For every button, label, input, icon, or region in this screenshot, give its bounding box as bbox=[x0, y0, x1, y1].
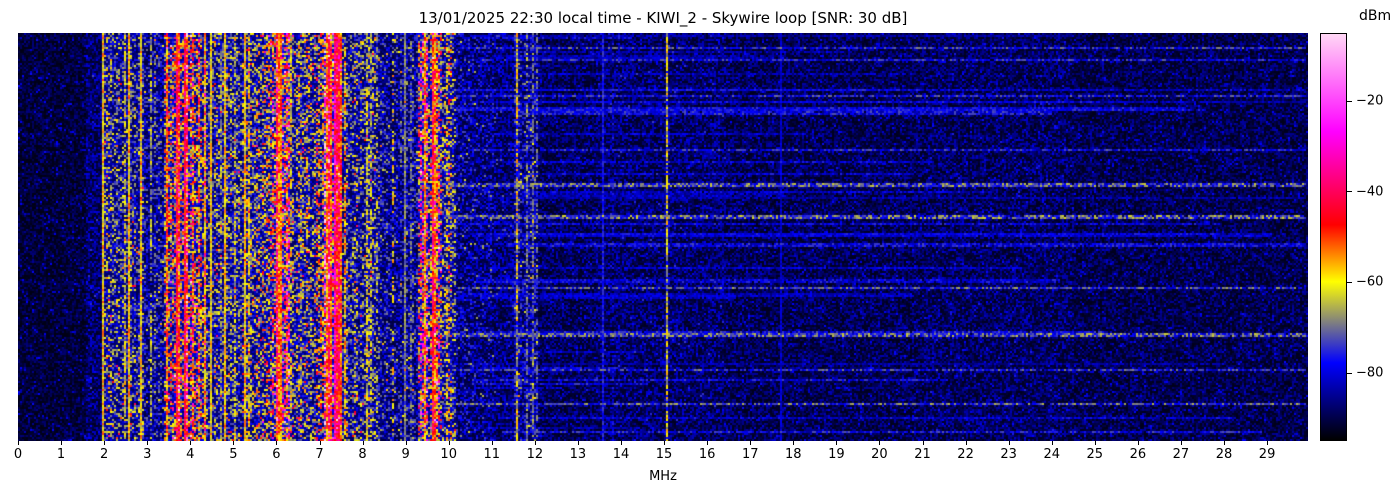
x-tick-mark bbox=[1137, 441, 1139, 445]
colorbar-unit-label: dBm bbox=[1359, 8, 1392, 24]
x-tick-label: 11 bbox=[483, 447, 501, 462]
x-tick-label: 13 bbox=[569, 447, 587, 462]
x-tick-label: 9 bbox=[401, 447, 410, 462]
x-tick-mark bbox=[577, 441, 579, 445]
x-tick-label: 26 bbox=[1129, 447, 1147, 462]
x-tick-label: 12 bbox=[526, 447, 544, 462]
x-tick-mark bbox=[190, 441, 192, 445]
x-tick-label: 7 bbox=[315, 447, 324, 462]
x-tick-mark bbox=[448, 441, 450, 445]
x-tick-label: 28 bbox=[1215, 447, 1233, 462]
x-tick-mark bbox=[707, 441, 709, 445]
x-tick-label: 15 bbox=[655, 447, 673, 462]
x-tick-mark bbox=[534, 441, 536, 445]
x-tick-mark bbox=[147, 441, 149, 445]
x-tick-mark bbox=[879, 441, 881, 445]
x-tick-mark bbox=[1051, 441, 1053, 445]
x-tick-mark bbox=[276, 441, 278, 445]
colorbar-tick-label: −80 bbox=[1356, 365, 1384, 381]
colorbar-tick-label: −40 bbox=[1356, 184, 1384, 200]
x-tick-mark bbox=[362, 441, 364, 445]
x-tick-mark bbox=[319, 441, 321, 445]
x-tick-mark bbox=[965, 441, 967, 445]
x-tick-label: 6 bbox=[272, 447, 281, 462]
x-tick-label: 29 bbox=[1258, 447, 1276, 462]
x-tick-mark bbox=[18, 441, 19, 445]
x-tick-label: 16 bbox=[698, 447, 716, 462]
colorbar-tick-mark bbox=[1347, 100, 1352, 102]
spectrogram-figure: 13/01/2025 22:30 local time - KIWI_2 - S… bbox=[0, 0, 1400, 500]
x-tick-label: 23 bbox=[1000, 447, 1017, 462]
x-tick-label: 18 bbox=[785, 447, 802, 462]
x-tick-label: 3 bbox=[143, 447, 152, 462]
x-tick-mark bbox=[750, 441, 752, 445]
x-tick-mark bbox=[1180, 441, 1182, 445]
x-tick-mark bbox=[233, 441, 235, 445]
colorbar-gradient bbox=[1320, 33, 1347, 441]
x-axis-label: MHz bbox=[649, 469, 677, 484]
colorbar-tick-mark bbox=[1347, 281, 1352, 283]
colorbar-tick-label: −60 bbox=[1356, 274, 1384, 290]
colorbar-tick-mark bbox=[1347, 372, 1352, 374]
x-tick-mark bbox=[1224, 441, 1225, 445]
x-tick-label: 20 bbox=[871, 447, 888, 462]
x-tick-mark bbox=[405, 441, 407, 445]
x-tick-label: 2 bbox=[100, 447, 109, 462]
x-tick-mark bbox=[491, 441, 493, 445]
x-tick-mark bbox=[664, 441, 666, 445]
x-tick-label: 8 bbox=[358, 447, 367, 462]
x-tick-mark bbox=[104, 441, 106, 445]
x-tick-label: 19 bbox=[828, 447, 845, 462]
x-tick-label: 0 bbox=[13, 447, 23, 462]
x-tick-label: 25 bbox=[1086, 447, 1104, 462]
x-tick-mark bbox=[621, 441, 622, 445]
colorbar-tick-mark bbox=[1347, 191, 1352, 193]
x-tick-label: 17 bbox=[741, 447, 759, 462]
x-tick-mark bbox=[793, 441, 795, 445]
x-tick-label: 22 bbox=[957, 447, 974, 462]
x-tick-mark bbox=[1267, 441, 1269, 445]
colorbar-tick-label: −20 bbox=[1356, 93, 1384, 109]
x-tick-label: 4 bbox=[186, 447, 195, 462]
x-tick-label: 27 bbox=[1172, 447, 1190, 462]
x-tick-label: 14 bbox=[612, 447, 630, 462]
x-tick-label: 21 bbox=[914, 447, 931, 462]
x-tick-label: 10 bbox=[440, 447, 457, 462]
spectrogram-canvas bbox=[18, 33, 1308, 441]
plot-title: 13/01/2025 22:30 local time - KIWI_2 - S… bbox=[418, 9, 908, 27]
x-tick-label: 24 bbox=[1043, 447, 1060, 462]
x-tick-mark bbox=[1008, 441, 1010, 445]
x-tick-mark bbox=[61, 441, 63, 445]
x-tick-label: 1 bbox=[56, 447, 66, 462]
x-tick-label: 5 bbox=[229, 447, 238, 462]
x-tick-mark bbox=[836, 441, 838, 445]
x-tick-mark bbox=[922, 441, 924, 445]
x-tick-mark bbox=[1094, 441, 1096, 445]
